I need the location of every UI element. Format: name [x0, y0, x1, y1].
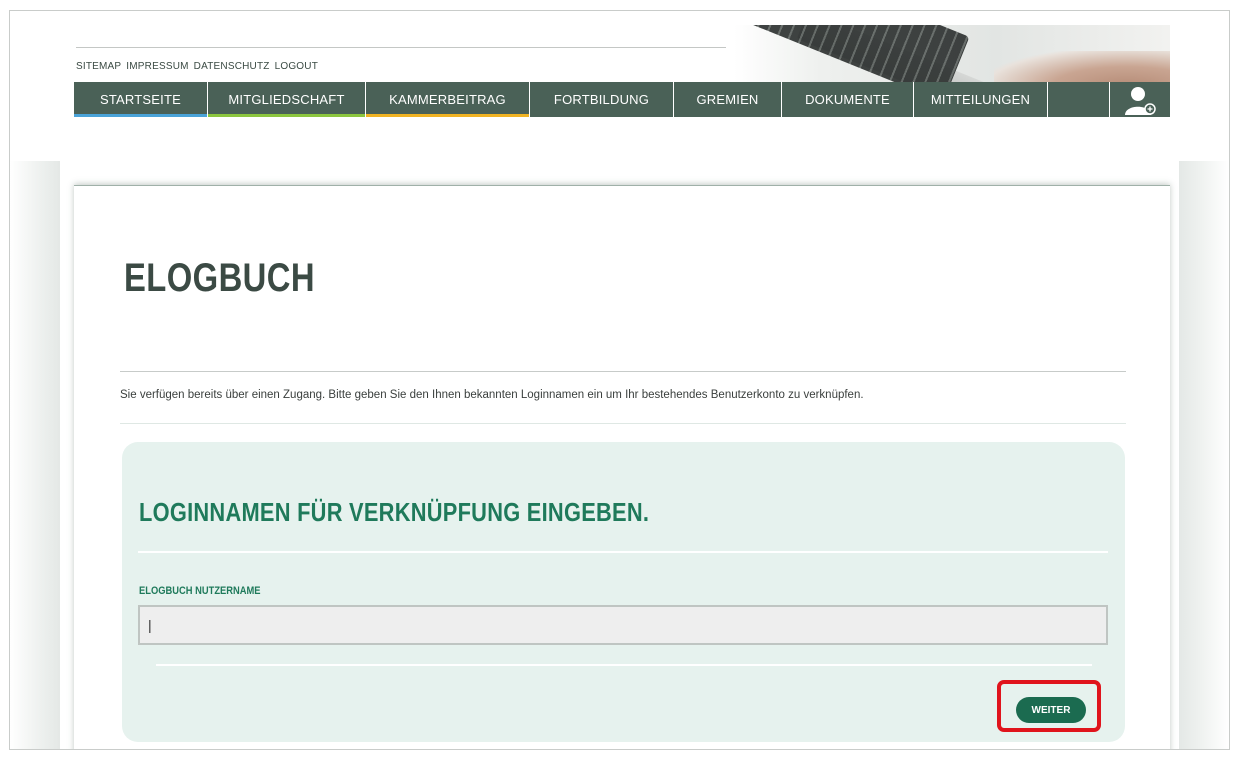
title-divider: [120, 371, 1126, 372]
nav-accent-bar: [208, 114, 365, 117]
datenschutz-link[interactable]: DATENSCHUTZ: [194, 61, 270, 72]
intro-divider: [120, 423, 1126, 424]
sitemap-link[interactable]: SITEMAP: [76, 61, 121, 72]
impressum-link[interactable]: IMPRESSUM: [126, 61, 188, 72]
top-divider: [76, 47, 726, 48]
nav-label: MITGLIEDSCHAFT: [228, 92, 345, 107]
nav-label: FORTBILDUNG: [553, 92, 650, 107]
username-input[interactable]: [138, 605, 1108, 645]
panel-title: LOGINNAMEN FÜR VERKNÜPFUNG EINGEBEN.: [139, 497, 650, 527]
login-link-panel: LOGINNAMEN FÜR VERKNÜPFUNG EINGEBEN. ELO…: [122, 442, 1125, 742]
weiter-button[interactable]: WEITER: [1016, 697, 1086, 723]
nav-kammerbeitrag[interactable]: KAMMERBEITRAG: [366, 82, 530, 117]
right-shade: [1179, 161, 1229, 749]
logout-link[interactable]: LOGOUT: [275, 61, 318, 72]
nav-mitteilungen[interactable]: MITTEILUNGEN: [914, 82, 1048, 117]
main-nav: STARTSEITE MITGLIEDSCHAFT KAMMERBEITRAG …: [74, 82, 1170, 117]
panel-divider: [138, 551, 1108, 553]
nav-spacer: [1048, 82, 1110, 117]
username-label: ELOGBUCH NUTZERNAME: [139, 585, 261, 597]
nav-gremien[interactable]: GREMIEN: [674, 82, 782, 117]
user-icon: [1125, 86, 1156, 115]
nav-label: MITTEILUNGEN: [930, 92, 1031, 107]
nav-dokumente[interactable]: DOKUMENTE: [782, 82, 914, 117]
intro-text: Sie verfügen bereits über einen Zugang. …: [120, 389, 864, 401]
nav-accent-bar: [366, 114, 529, 117]
nav-label: GREMIEN: [696, 92, 759, 107]
nav-fortbildung[interactable]: FORTBILDUNG: [530, 82, 674, 117]
nav-label: DOKUMENTE: [805, 92, 890, 107]
nav-label: KAMMERBEITRAG: [389, 92, 506, 107]
page-title: ELOGBUCH: [124, 256, 315, 300]
nav-accent-bar: [74, 114, 207, 117]
utility-links: SITEMAP IMPRESSUM DATENSCHUTZ LOGOUT: [76, 61, 318, 72]
nav-mitgliedschaft[interactable]: MITGLIEDSCHAFT: [208, 82, 366, 117]
nav-label: STARTSEITE: [100, 92, 181, 107]
page-frame: SITEMAP IMPRESSUM DATENSCHUTZ LOGOUT STA…: [9, 10, 1230, 750]
nav-startseite[interactable]: STARTSEITE: [74, 82, 208, 117]
user-menu-button[interactable]: [1110, 82, 1170, 117]
panel-bottom-divider: [156, 664, 1092, 666]
content-card: ELOGBUCH Sie verfügen bereits über einen…: [74, 185, 1170, 749]
left-shade: [10, 161, 60, 749]
